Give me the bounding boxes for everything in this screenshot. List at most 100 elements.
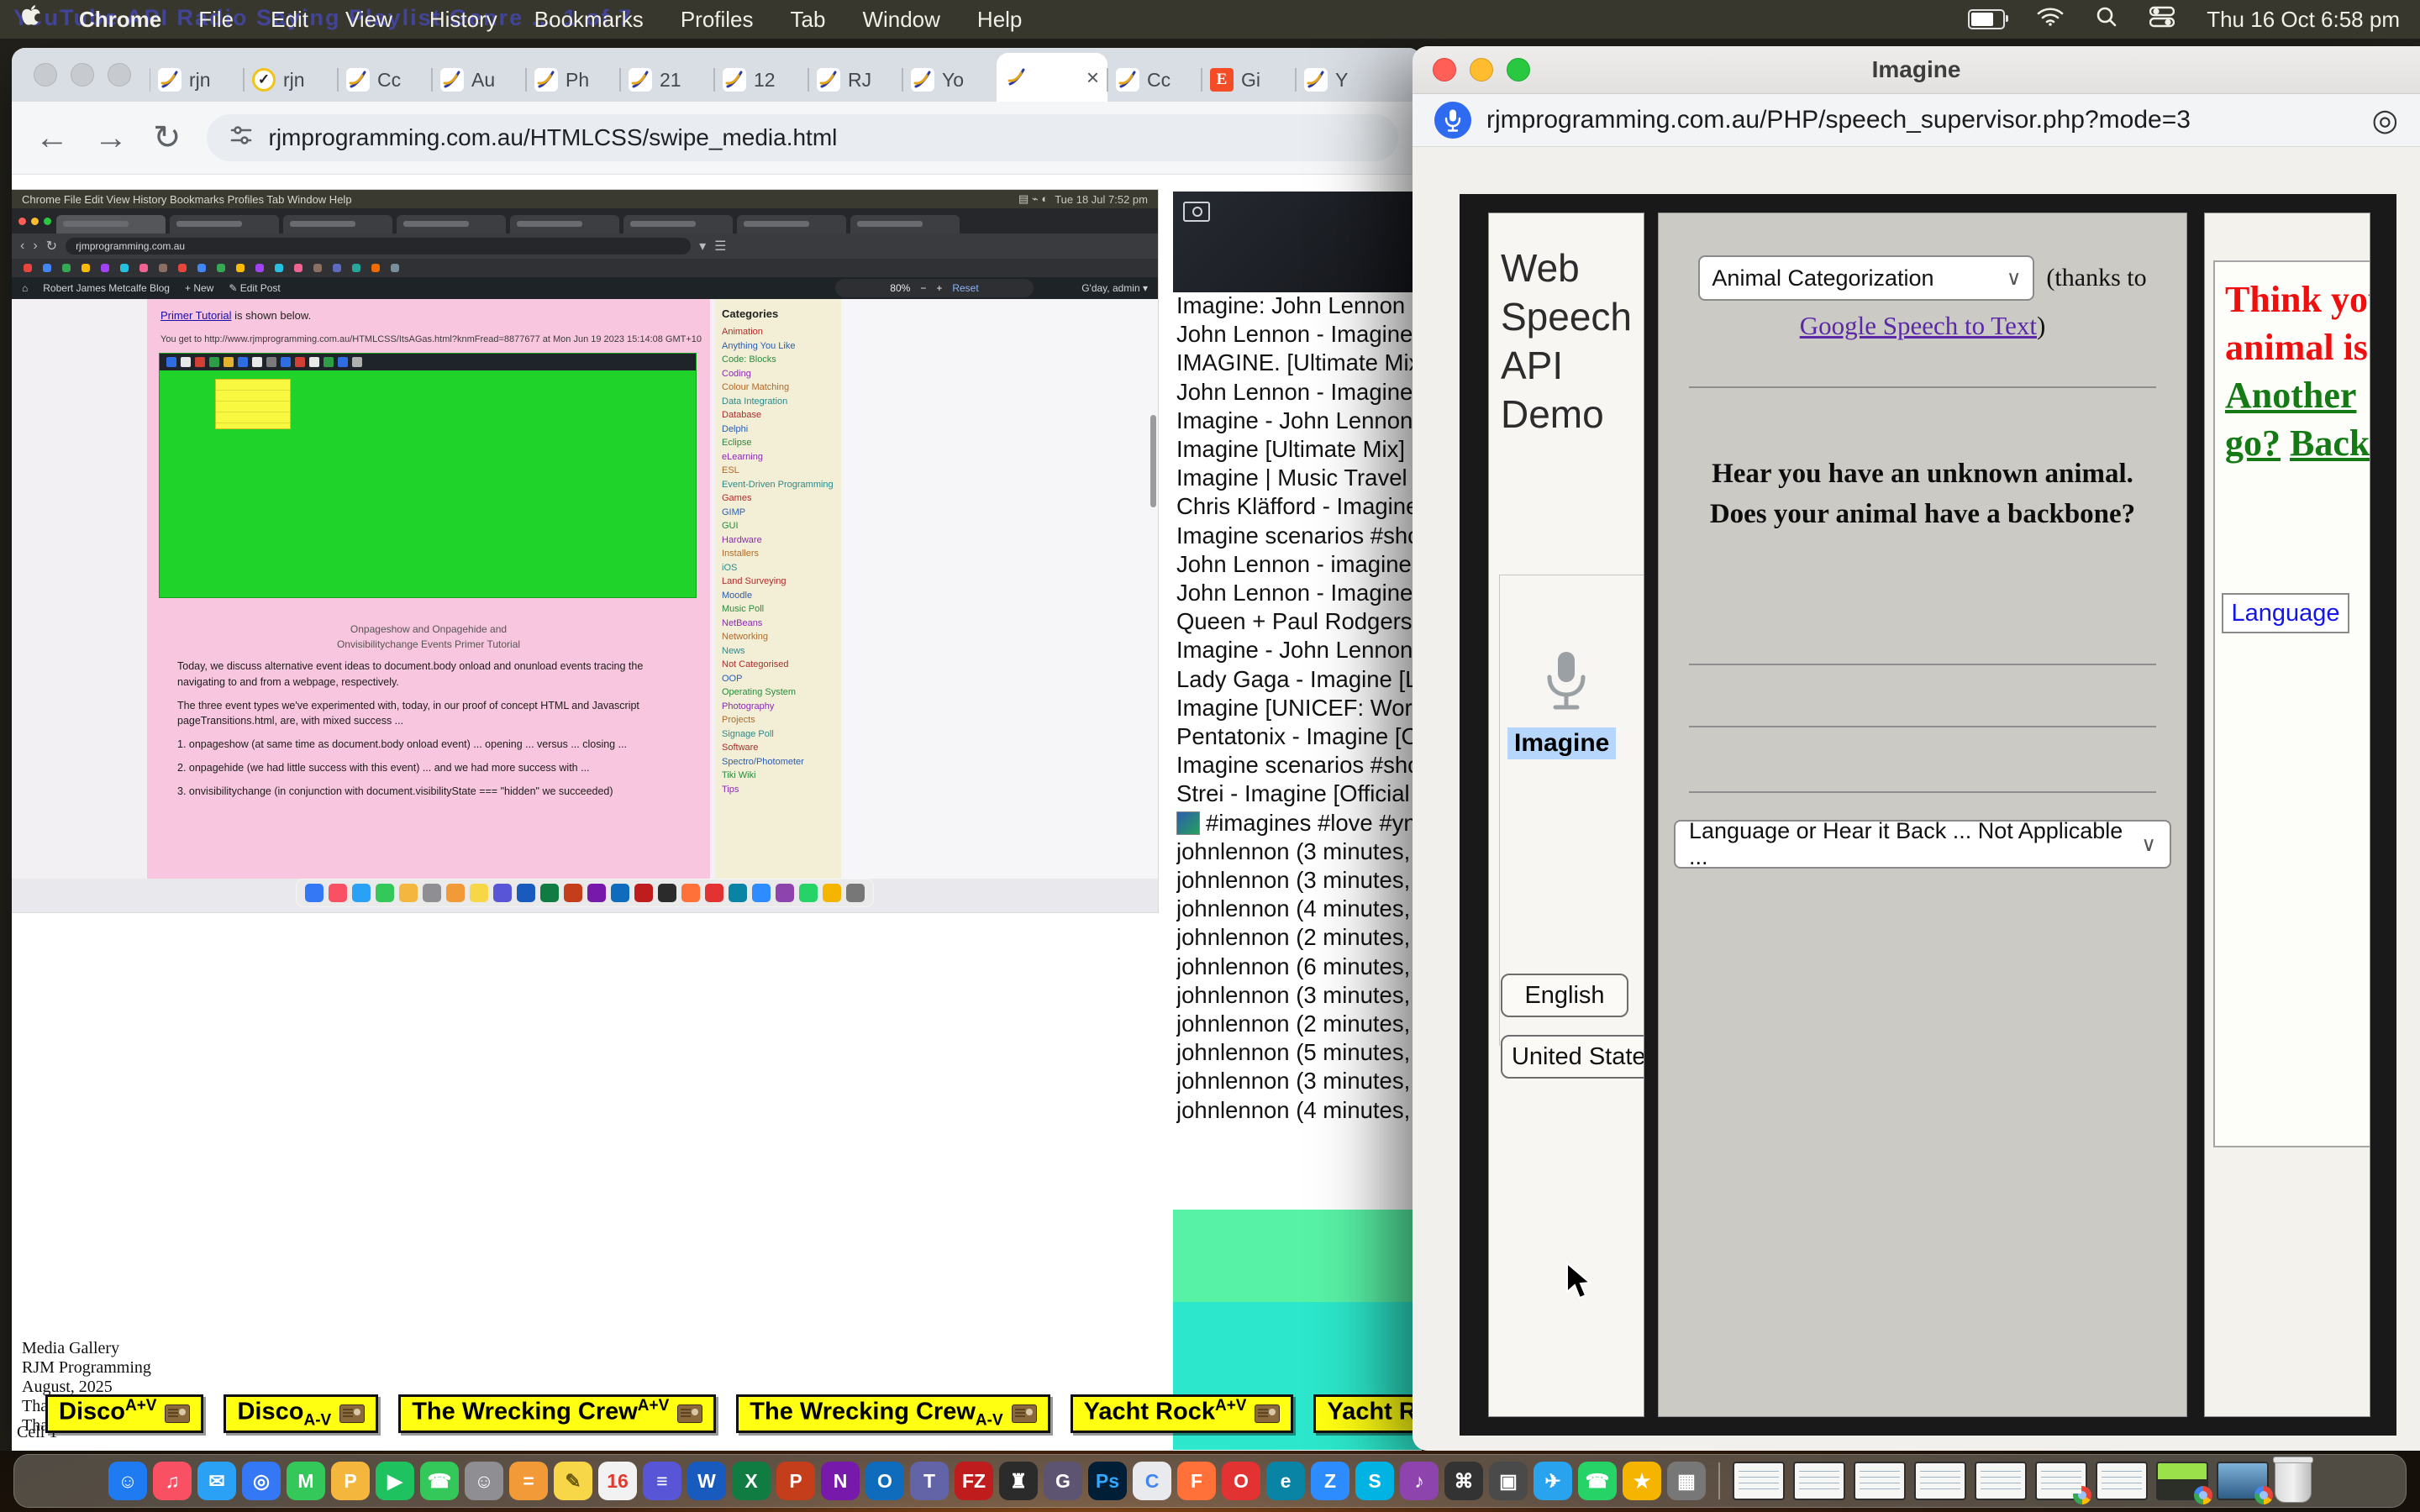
dock-app-icon[interactable]: e bbox=[1266, 1462, 1305, 1500]
playlist-button[interactable]: The Wrecking CrewA+V bbox=[398, 1394, 716, 1433]
video-title[interactable]: Imagine - John Lennon bbox=[1176, 636, 1413, 664]
language-select[interactable]: Language or Hear it Back ... Not Applica… bbox=[1674, 820, 2171, 869]
microphone-icon[interactable] bbox=[1544, 650, 1589, 717]
video-title[interactable]: johnlennon (2 minutes, 3 bbox=[1176, 923, 1422, 952]
dock-app-icon[interactable]: ◎ bbox=[242, 1462, 281, 1500]
english-button[interactable]: English bbox=[1501, 974, 1628, 1017]
url-text[interactable]: rjmprogramming.com.au/HTMLCSS/swipe_medi… bbox=[269, 124, 838, 151]
dock-app-icon[interactable]: ≡ bbox=[643, 1462, 681, 1500]
playlist-button[interactable]: Yacht RockA+V bbox=[1071, 1394, 1294, 1433]
menu-item[interactable]: Tab bbox=[791, 7, 826, 33]
video-list-item[interactable]: johnlennon (3 minutes, 8 bbox=[1176, 837, 1422, 866]
dock-app-icon[interactable]: Z bbox=[1311, 1462, 1349, 1500]
video-title[interactable]: johnlennon (3 minutes, 5 bbox=[1176, 866, 1422, 895]
menu-app-name[interactable]: Chrome bbox=[79, 7, 161, 33]
video-list-item[interactable]: Imagine | Music Travel L bbox=[1176, 464, 1422, 492]
dock-app-icon[interactable]: ▣ bbox=[1489, 1462, 1528, 1500]
browser-tab[interactable]: RJ bbox=[808, 58, 902, 102]
video-list-item[interactable]: John Lennon - imagine bbox=[1176, 550, 1422, 579]
browser-tab[interactable]: rjn bbox=[150, 58, 244, 102]
video-title[interactable]: Imagine scenarios #sho bbox=[1176, 751, 1420, 780]
video-title[interactable]: #imagines #love #yn bbox=[1206, 809, 1417, 837]
wifi-icon[interactable] bbox=[2037, 7, 2064, 33]
close-window-button[interactable] bbox=[34, 63, 57, 87]
video-title[interactable]: Imagine: John Lennon ( bbox=[1176, 291, 1419, 320]
video-poster[interactable] bbox=[1173, 192, 1413, 292]
imagine-title-bar[interactable]: Imagine bbox=[1413, 46, 2420, 94]
video-list-item[interactable]: johnlennon (5 minutes, 4 bbox=[1176, 1038, 1422, 1067]
dock-app-icon[interactable]: ▶ bbox=[376, 1462, 414, 1500]
dock-app-icon[interactable]: O bbox=[1222, 1462, 1260, 1500]
browser-tab[interactable]: × bbox=[997, 53, 1107, 102]
video-list-item[interactable]: Imagine [Ultimate Mix] ( bbox=[1176, 435, 1422, 464]
video-list-item[interactable]: Chris Kläfford - Imagine bbox=[1176, 492, 1422, 521]
video-title[interactable]: Imagine | Music Travel L bbox=[1176, 464, 1422, 492]
browser-tab[interactable]: Cc bbox=[338, 58, 432, 102]
video-title[interactable]: johnlennon (2 minutes, 4 bbox=[1176, 1010, 1422, 1038]
browser-tab[interactable]: 12 bbox=[714, 58, 808, 102]
video-list-item[interactable]: Imagine scenarios #sho bbox=[1176, 522, 1422, 550]
dock-app-icon[interactable]: ♫ bbox=[153, 1462, 192, 1500]
spotlight-search-icon[interactable] bbox=[2096, 6, 2118, 34]
forward-button[interactable]: → bbox=[94, 121, 128, 155]
dock-app-icon[interactable]: S bbox=[1355, 1462, 1394, 1500]
google-speech-link[interactable]: Google Speech to Text bbox=[1800, 311, 2037, 340]
tab-close-icon[interactable]: × bbox=[1086, 65, 1099, 91]
category-select[interactable]: Animal Categorization ∨ bbox=[1698, 255, 2034, 301]
menu-bar-clock[interactable]: Thu 16 Oct 6:58 pm bbox=[2207, 7, 2400, 33]
site-settings-icon[interactable] bbox=[229, 123, 254, 154]
eye-icon[interactable]: ◎ bbox=[2372, 102, 2398, 138]
video-title[interactable]: johnlennon (3 minutes, 8 bbox=[1176, 837, 1422, 866]
dock-window-thumbnail[interactable] bbox=[2217, 1462, 2269, 1500]
video-title[interactable]: Chris Kläfford - Imagine bbox=[1176, 492, 1418, 521]
video-title[interactable]: Pentatonix - Imagine [O bbox=[1176, 722, 1419, 751]
dock-app-icon[interactable]: ▦ bbox=[1667, 1462, 1706, 1500]
minimize-window-button[interactable] bbox=[71, 63, 94, 87]
dock-app-icon[interactable]: M bbox=[287, 1462, 325, 1500]
dock-window-thumbnail[interactable] bbox=[1733, 1462, 1785, 1500]
video-title[interactable]: johnlennon (6 minutes, 9 bbox=[1176, 953, 1422, 981]
menu-item[interactable]: File bbox=[198, 7, 234, 33]
video-list-item[interactable]: #imagines #love #yn bbox=[1176, 809, 1422, 837]
playlist-button[interactable]: The Wrecking CrewA-V bbox=[736, 1394, 1050, 1433]
video-list-item[interactable]: Lady Gaga - Imagine [L bbox=[1176, 665, 1422, 694]
video-title[interactable]: Strei - Imagine [Official V bbox=[1176, 780, 1422, 808]
browser-tab[interactable]: Y bbox=[1296, 58, 1390, 102]
dock-app-icon[interactable]: ✉ bbox=[197, 1462, 236, 1500]
video-list-item[interactable]: johnlennon (4 minutes, bbox=[1176, 895, 1422, 923]
url-text[interactable]: rjmprogramming.com.au/PHP/speech_supervi… bbox=[1486, 106, 2357, 134]
dock-app-icon[interactable]: ✎ bbox=[554, 1462, 592, 1500]
zoom-window-button[interactable] bbox=[108, 63, 131, 87]
dock-app-icon[interactable]: ✈ bbox=[1534, 1462, 1572, 1500]
dock-app-icon[interactable]: C bbox=[1133, 1462, 1171, 1500]
menu-item[interactable]: Bookmarks bbox=[534, 7, 644, 33]
dock-app-icon[interactable]: ☺ bbox=[108, 1462, 147, 1500]
browser-tab[interactable]: ✓ rjn bbox=[244, 58, 338, 102]
browser-tab[interactable]: 21 bbox=[620, 58, 714, 102]
video-list-item[interactable]: Imagine scenarios #sho bbox=[1176, 751, 1422, 780]
apple-menu-icon[interactable] bbox=[20, 4, 42, 35]
embedded-screenshot[interactable]: Chrome File Edit View History Bookmarks … bbox=[12, 190, 1158, 912]
browser-tab[interactable]: Ph bbox=[526, 58, 620, 102]
video-list-item[interactable]: John Lennon - Imagine bbox=[1176, 378, 1422, 407]
video-list-item[interactable]: Strei - Imagine [Official V bbox=[1176, 780, 1422, 808]
imagine-url-bar[interactable]: rjmprogramming.com.au/PHP/speech_supervi… bbox=[1413, 94, 2420, 147]
menu-item[interactable]: Profiles bbox=[681, 7, 754, 33]
dock-app-icon[interactable]: P bbox=[776, 1462, 815, 1500]
dock-window-thumbnail[interactable] bbox=[2035, 1462, 2087, 1500]
video-title[interactable]: johnlennon (5 minutes, 4 bbox=[1176, 1038, 1422, 1067]
dock-app-icon[interactable]: 16 bbox=[598, 1462, 637, 1500]
video-list-item[interactable]: johnlennon (3 minutes, 5 bbox=[1176, 866, 1422, 895]
language-button[interactable]: Language bbox=[2222, 593, 2349, 633]
video-list-item[interactable]: Imagine [UNICEF: Worl bbox=[1176, 694, 1422, 722]
playlist-button[interactable]: Yacht RockA-V bbox=[1313, 1394, 1422, 1433]
dock-app-icon[interactable]: ♜ bbox=[999, 1462, 1038, 1500]
video-list-item[interactable]: Queen + Paul Rodgers bbox=[1176, 607, 1422, 636]
dock-app-icon[interactable]: ☺ bbox=[465, 1462, 503, 1500]
dock-app-icon[interactable]: ★ bbox=[1623, 1462, 1661, 1500]
back-button[interactable]: ← bbox=[35, 121, 69, 155]
dock-app-icon[interactable]: ⌘ bbox=[1444, 1462, 1483, 1500]
video-title[interactable]: John Lennon - imagine bbox=[1176, 550, 1412, 579]
dock-app-icon[interactable]: Ps bbox=[1088, 1462, 1127, 1500]
dock-app-icon[interactable]: N bbox=[821, 1462, 860, 1500]
